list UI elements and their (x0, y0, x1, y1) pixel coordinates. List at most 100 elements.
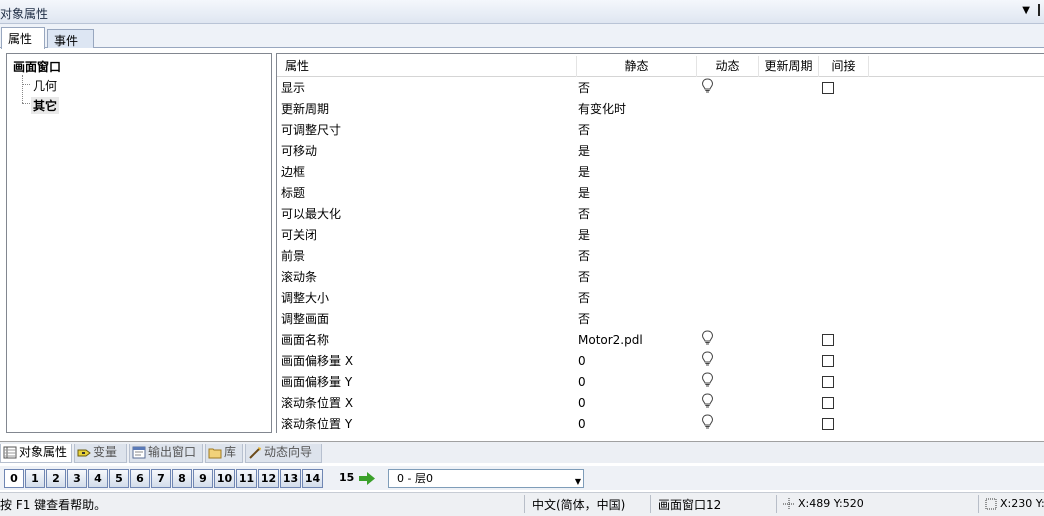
indirect-checkbox[interactable] (822, 393, 834, 414)
indirect-checkbox[interactable] (822, 414, 834, 433)
layer-button-14[interactable]: 14 (302, 469, 323, 488)
property-static-value[interactable]: 否 (578, 120, 590, 141)
table-row[interactable]: 可以最大化 否 (277, 204, 1044, 225)
property-static-value[interactable]: 否 (578, 309, 590, 330)
property-static-value[interactable]: 是 (578, 225, 590, 246)
dropdown-arrow-icon[interactable]: ▼ (1022, 5, 1030, 16)
property-grid: 属性 静态 动态 更新周期 间接 显示否更新周期 有变化时 可调整尺寸否可移动是边框… (276, 53, 1044, 433)
lightbulb-icon[interactable] (701, 351, 714, 372)
layer-button-8[interactable]: 8 (172, 469, 192, 488)
property-static-value[interactable]: 是 (578, 183, 590, 204)
layer-button-5[interactable]: 5 (109, 469, 129, 488)
output-window-icon (132, 446, 146, 459)
panel-tab-label: 对象属性 (19, 445, 68, 459)
status-language: 中文(简体，中国) (532, 498, 626, 512)
lightbulb-icon[interactable] (701, 414, 714, 433)
panel-tab-tags[interactable]: 变量 (74, 444, 127, 463)
chevron-down-icon[interactable]: ▼ (575, 473, 581, 490)
table-row[interactable]: 滚动条 否 (277, 267, 1044, 288)
panel-tab-object-properties[interactable]: 对象属性 (0, 444, 72, 463)
panel-tab-label: 库 (224, 445, 237, 459)
table-row[interactable]: 调整大小 否 (277, 288, 1044, 309)
property-name: 显示 (281, 81, 306, 95)
lightbulb-icon[interactable] (701, 393, 714, 414)
table-row[interactable]: 画面名称 Motor2.pdl (277, 330, 1044, 351)
table-row[interactable]: 更新周期 有变化时 (277, 99, 1044, 120)
pin-icon[interactable] (1038, 4, 1044, 16)
table-row[interactable]: 边框 是 (277, 162, 1044, 183)
lightbulb-icon[interactable] (701, 78, 714, 99)
layer-button-0[interactable]: 0 (4, 469, 24, 488)
layer-select[interactable]: 0 - 层0 ▼ (388, 469, 584, 488)
size-icon (985, 498, 997, 510)
property-static-value[interactable]: 0 (578, 372, 586, 393)
status-separator (524, 495, 525, 513)
layer-button-6[interactable]: 6 (130, 469, 150, 488)
title-bar: 对象属性 ▼ (0, 0, 1044, 24)
position-crosshair-icon (783, 498, 795, 510)
header-update-cycle[interactable]: 更新周期 (759, 56, 819, 77)
layer-button-7[interactable]: 7 (151, 469, 171, 488)
layer-button-9[interactable]: 9 (193, 469, 213, 488)
tab-properties[interactable]: 属性 (1, 27, 45, 49)
table-row[interactable]: 标题 是 (277, 183, 1044, 204)
property-static-value[interactable]: 有变化时 (578, 99, 626, 120)
table-row[interactable]: 前景 否 (277, 246, 1044, 267)
header-property[interactable]: 属性 (277, 56, 577, 77)
layer-button-13[interactable]: 13 (280, 469, 301, 488)
table-row[interactable]: 可移动 是 (277, 141, 1044, 162)
layer-button-1[interactable]: 1 (25, 469, 45, 488)
panel-tab-label: 动态向导 (264, 445, 313, 459)
property-name: 边框 (281, 165, 306, 179)
arrow-right-icon[interactable] (359, 472, 375, 485)
table-row[interactable]: 显示 否 (277, 78, 1044, 99)
tree-connector (22, 84, 30, 85)
property-static-value[interactable]: 是 (578, 162, 590, 183)
indirect-checkbox[interactable] (822, 78, 834, 99)
layer-button-12[interactable]: 12 (258, 469, 279, 488)
tree-item-other[interactable]: 其它 (31, 97, 60, 114)
table-row[interactable]: 可调整尺寸 否 (277, 120, 1044, 141)
table-row[interactable]: 滚动条位置 Y 0 (277, 414, 1044, 433)
indirect-checkbox[interactable] (822, 372, 834, 393)
property-static-value[interactable]: 否 (578, 204, 590, 225)
table-row[interactable]: 滚动条位置 X 0 (277, 393, 1044, 414)
panel-tab-library[interactable]: 库 (205, 444, 243, 463)
lightbulb-icon[interactable] (701, 372, 714, 393)
layer-button-15[interactable]: 15 (339, 471, 354, 484)
indirect-checkbox[interactable] (822, 330, 834, 351)
layer-button-2[interactable]: 2 (46, 469, 66, 488)
property-static-value[interactable]: 是 (578, 141, 590, 162)
layer-button-11[interactable]: 11 (236, 469, 257, 488)
panel-tab-dynamic-wizard[interactable]: 动态向导 (245, 444, 322, 463)
indirect-checkbox[interactable] (822, 351, 834, 372)
table-row[interactable]: 可关闭 是 (277, 225, 1044, 246)
tree-item-geometry[interactable]: 几何 (31, 77, 59, 94)
property-static-value[interactable]: 否 (578, 78, 590, 99)
property-static-value[interactable]: 0 (578, 414, 586, 433)
layer-button-3[interactable]: 3 (67, 469, 87, 488)
layer-button-10[interactable]: 10 (214, 469, 235, 488)
property-name: 更新周期 (281, 102, 330, 116)
grid-header: 属性 静态 动态 更新周期 间接 (277, 56, 1044, 77)
property-static-value[interactable]: 否 (578, 288, 590, 309)
property-static-value[interactable]: Motor2.pdl (578, 330, 643, 351)
header-indirect[interactable]: 间接 (819, 56, 869, 77)
layer-button-4[interactable]: 4 (88, 469, 108, 488)
panel-tab-output-window[interactable]: 输出窗口 (129, 444, 203, 463)
lightbulb-icon[interactable] (701, 330, 714, 351)
table-row[interactable]: 画面偏移量 X 0 (277, 351, 1044, 372)
property-static-value[interactable]: 0 (578, 393, 586, 414)
property-name: 滚动条位置 Y (281, 417, 353, 431)
property-static-value[interactable]: 0 (578, 351, 586, 372)
tab-events[interactable]: 事件 (47, 29, 94, 48)
header-static[interactable]: 静态 (577, 56, 697, 77)
table-row[interactable]: 画面偏移量 Y 0 (277, 372, 1044, 393)
property-static-value[interactable]: 否 (578, 246, 590, 267)
table-row[interactable]: 调整画面 否 (277, 309, 1044, 330)
header-dynamic[interactable]: 动态 (697, 56, 759, 77)
tree-root-picture-window[interactable]: 画面窗口 (13, 58, 61, 75)
property-static-value[interactable]: 否 (578, 267, 590, 288)
property-name: 调整大小 (281, 291, 330, 305)
status-separator (650, 495, 651, 513)
